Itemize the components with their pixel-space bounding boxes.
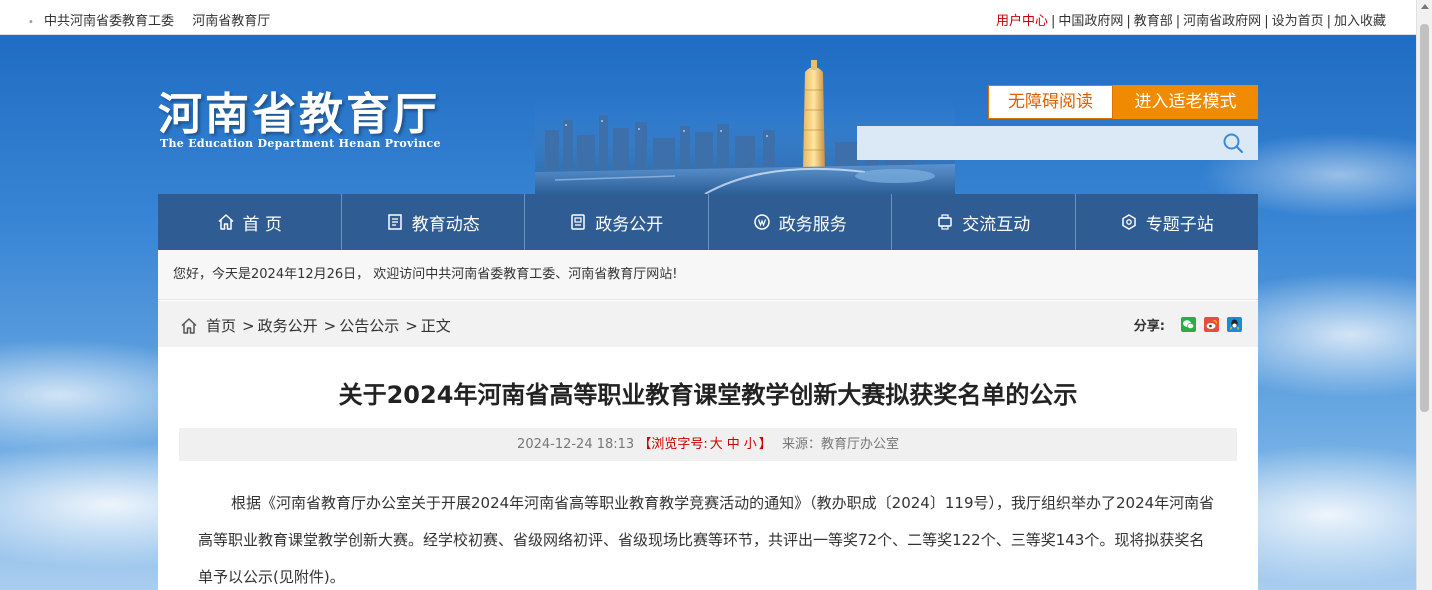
wechat-icon[interactable] [1181, 317, 1196, 332]
content-panel: 您好，今天是2024年12月26日， 欢迎访问中共河南省委教育工委、河南省教育厅… [158, 250, 1258, 590]
org-link-party[interactable]: 中共河南省委教育工委 [44, 14, 174, 29]
home-icon [218, 214, 234, 230]
home-icon [181, 317, 197, 334]
site-logo-title[interactable]: 河南省教育厅 [158, 78, 440, 142]
nav-item-label: 首 页 [242, 214, 282, 235]
search-icon[interactable] [1222, 132, 1244, 154]
breadcrumb-home[interactable]: 首页 [206, 315, 236, 336]
nav-item-government-services[interactable]: 政务服务 [709, 194, 892, 250]
article-title: 关于2024年河南省高等职业教育课堂教学创新大赛拟获奖名单的公示 [338, 381, 1078, 409]
search-box [857, 126, 1258, 160]
bullet-icon: • [28, 17, 34, 28]
separator: | [1264, 14, 1269, 29]
topics-icon [1122, 214, 1136, 230]
interaction-icon [938, 214, 952, 230]
font-size-large-link[interactable]: 大 [710, 437, 723, 452]
nav-item-topic-sites[interactable]: 专题子站 [1076, 194, 1259, 250]
separator: | [1326, 14, 1331, 29]
font-size-small-link[interactable]: 小 [744, 437, 757, 452]
breadcrumb: 首页 > 政务公开 > 公告公示 > 正文 [180, 315, 451, 336]
nav-item-label: 教育动态 [411, 214, 480, 235]
nav-item-label: 交流互动 [962, 214, 1031, 235]
breadcrumb-government-affairs[interactable]: 政务公开 [258, 315, 318, 336]
set-homepage-link[interactable]: 设为首页 [1272, 14, 1324, 29]
nav-item-interaction[interactable]: 交流互动 [892, 194, 1076, 250]
user-center-link[interactable]: 用户中心 [996, 14, 1048, 29]
nav-item-label: 专题子站 [1145, 214, 1214, 235]
breadcrumb-separator: > [242, 316, 255, 335]
elder-mode-button[interactable]: 进入适老模式 [1113, 85, 1258, 119]
top-bar-links: 用户中心 | 中国政府网 | 教育部 | 河南省政府网 | 设为首页 | 加入收藏 [996, 10, 1386, 29]
font-size-control: 【浏览字号: 大中小】 [638, 437, 771, 452]
search-input[interactable] [857, 126, 1212, 160]
main-nav: 首 页 教育动态 政务公开 政务服务 交流互动 专题子站 [158, 194, 1258, 250]
org-link-department[interactable]: 河南省教育厅 [192, 14, 270, 29]
breadcrumb-separator: > [323, 316, 337, 335]
article-paragraph: 根据《河南省教育厅办公室关于开展2024年河南省高等职业教育教学竞赛活动的通知》… [198, 494, 1215, 586]
add-favorite-link[interactable]: 加入收藏 [1334, 14, 1386, 29]
accessibility-reading-button[interactable]: 无障碍阅读 [988, 85, 1113, 119]
page-scrollbar[interactable] [1416, 0, 1432, 590]
nav-item-education-news[interactable]: 教育动态 [342, 194, 525, 250]
service-icon [754, 214, 770, 230]
article-meta: 2024-12-24 18:13 【浏览字号: 大中小】 来源：教育厅办公室 [179, 428, 1237, 461]
site-logo-subtitle: The Education Department Henan Province [160, 137, 441, 150]
nav-item-government-affairs[interactable]: 政务公开 [525, 194, 709, 250]
separator: | [1050, 14, 1056, 29]
font-size-prefix: 【浏览字号: [638, 437, 708, 452]
welcome-message: 您好，今天是2024年12月26日， 欢迎访问中共河南省委教育工委、河南省教育厅… [158, 250, 1258, 300]
document-icon [571, 214, 585, 230]
separator: | [1175, 14, 1181, 29]
top-bar: • 中共河南省委教育工委 河南省教育厅 用户中心 | 中国政府网 | 教育部 | 河南省政府… [0, 0, 1432, 35]
news-icon [388, 214, 402, 230]
article-source: 来源：教育厅办公室 [781, 437, 899, 452]
qq-icon[interactable] [1227, 317, 1242, 332]
font-size-suffix: 】 [758, 437, 772, 452]
nav-item-label: 政务服务 [778, 214, 847, 235]
share-bar: 分享: [1134, 315, 1242, 334]
font-size-medium-link[interactable]: 中 [727, 437, 740, 452]
article-date: 2024-12-24 18:13 [517, 437, 635, 452]
henan-gov-link[interactable]: 河南省政府网 [1183, 14, 1261, 29]
breadcrumb-bar: 首页 > 政务公开 > 公告公示 > 正文 分享: [158, 301, 1258, 347]
share-label: 分享: [1133, 319, 1165, 334]
breadcrumb-current: 正文 [420, 317, 451, 335]
moe-link[interactable]: 教育部 [1134, 14, 1173, 29]
separator: | [1126, 14, 1131, 29]
breadcrumb-separator: > [405, 316, 418, 335]
scrollbar-thumb[interactable] [1420, 24, 1429, 412]
weibo-icon[interactable] [1204, 317, 1219, 332]
nav-item-label: 政务公开 [595, 214, 664, 235]
gov-cn-link[interactable]: 中国政府网 [1058, 14, 1123, 29]
nav-item-home[interactable]: 首 页 [158, 194, 342, 250]
scroll-up-arrow-icon[interactable] [1421, 4, 1429, 9]
top-bar-left: • 中共河南省委教育工委 河南省教育厅 [28, 10, 284, 29]
breadcrumb-announcements[interactable]: 公告公示 [339, 315, 399, 336]
